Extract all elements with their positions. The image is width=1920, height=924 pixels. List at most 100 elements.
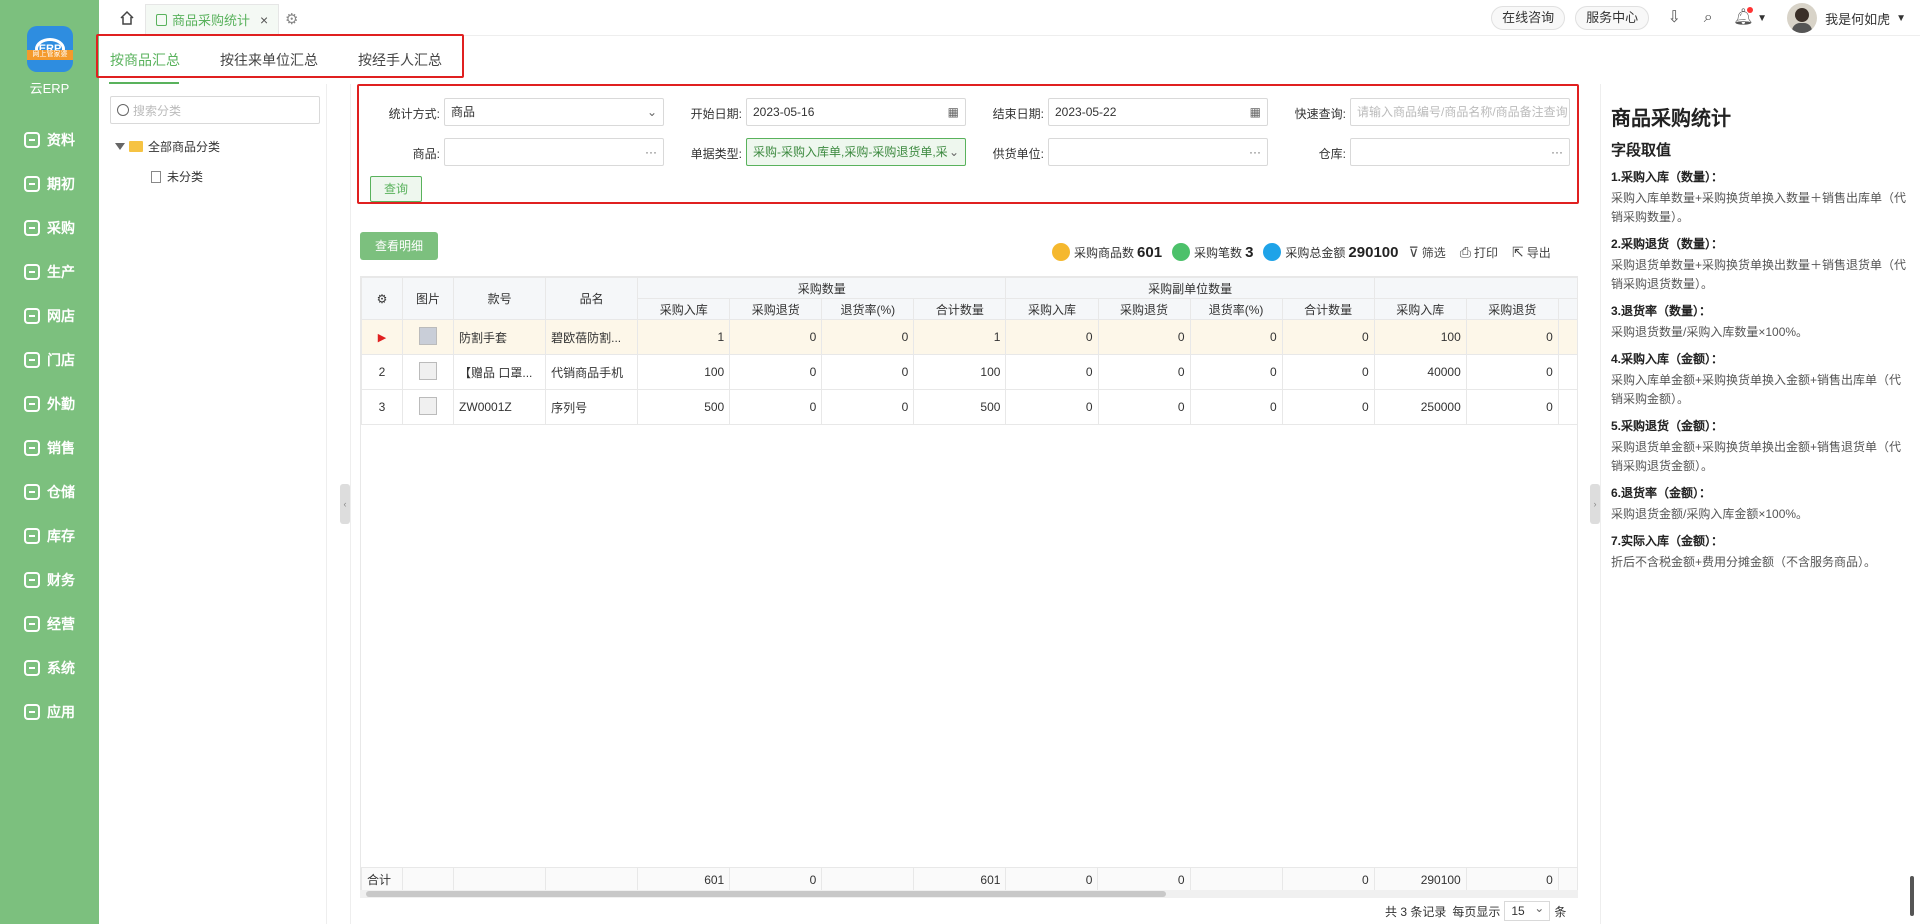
col-header-sub[interactable]: 合计数量 (1281, 298, 1375, 320)
sidebar-item-label: 期初 (47, 176, 75, 192)
sidebar-item-sales[interactable]: 销售 (0, 426, 99, 470)
stat-value: 290100 (1348, 243, 1399, 261)
cell-value: 0 (1097, 354, 1191, 390)
col-header-image[interactable]: 图片 (401, 277, 455, 320)
footer-value: 0 (1005, 867, 1099, 891)
col-header-name[interactable]: 品名 (545, 277, 639, 320)
cell-value: 100 (1373, 319, 1467, 355)
export-button[interactable]: ⇱ 导出 (1512, 244, 1551, 261)
column-settings[interactable]: ⚙ (361, 277, 403, 320)
download-icon[interactable]: ⇩ (1665, 9, 1683, 27)
collapse-tree-handle[interactable]: ‹ (340, 484, 350, 524)
doc-item-desc: 采购退货单金额+采购换货单换出金额+销售退货单（代销采购退货金额）。 (1611, 440, 1902, 473)
cell-value: 100 (913, 354, 1007, 390)
sidebar-item-store[interactable]: 门店 (0, 338, 99, 382)
user-name[interactable]: 我是何如虎 (1825, 9, 1890, 28)
sidebar-item-fieldwork[interactable]: 外勤 (0, 382, 99, 426)
scrollbar-thumb[interactable] (366, 891, 1166, 897)
col-header-sub[interactable]: 采购退货 (729, 298, 823, 320)
print-button[interactable]: ⎙ 打印 (1460, 244, 1498, 261)
sidebar-item-label: 销售 (47, 440, 75, 456)
sidebar-item-warehouse[interactable]: 仓储 (0, 470, 99, 514)
col-header-sub[interactable]: 退货率(%) (1189, 298, 1283, 320)
fieldwork-icon (24, 396, 40, 412)
sidebar-item-system[interactable]: 系统 (0, 646, 99, 690)
app-logo[interactable]: ERP 网上管家婆 (27, 26, 73, 72)
cell-value: 0 (1465, 319, 1559, 355)
cell-value: 0 (821, 354, 915, 390)
table-row[interactable]: 3 ZW0001Z 序列号 500 0 0 500 0 0 0 0 250000 0 (361, 389, 1577, 425)
col-header-sub[interactable]: 采购退货 (1465, 298, 1559, 320)
sidebar-item-production[interactable]: 生产 (0, 250, 99, 294)
stat-value: 601 (1137, 243, 1163, 261)
footer-empty (453, 867, 547, 891)
col-header-sub[interactable]: 合计数量 (913, 298, 1007, 320)
stat-label: 采购商品数 (1074, 245, 1135, 260)
doc-item-title: 3.退货率（数量）： (1611, 304, 1712, 318)
data-icon (24, 132, 40, 148)
image-thumbnail-icon[interactable] (418, 396, 437, 415)
vertical-scrollbar[interactable] (1910, 876, 1914, 916)
sidebar-item-data[interactable]: 资料 (0, 118, 99, 162)
sidebar: ERP 网上管家婆 云ERP 资料 期初 采购 生产 网店 门店 外勤 销售 仓储 库存 财务 经营系… (0, 0, 99, 924)
col-header-sub[interactable]: 采购退货 (1097, 298, 1191, 320)
table-footer: 合计 601 0 601 0 0 0 290100 0 (361, 867, 1577, 891)
home-icon[interactable] (119, 10, 135, 26)
bell-icon[interactable]: 🔔︎ (1733, 7, 1753, 27)
view-detail-button[interactable]: 查看明细 (360, 232, 438, 260)
expand-icon[interactable] (115, 143, 125, 150)
close-tab-icon[interactable]: × (260, 12, 268, 28)
sidebar-item-finance[interactable]: 财务 (0, 558, 99, 602)
horizontal-scrollbar[interactable] (360, 890, 1578, 898)
sidebar-item-opening[interactable]: 期初 (0, 162, 99, 206)
total-records: 共 3 条记录 (1385, 904, 1447, 919)
cell-value (1557, 389, 1577, 425)
tree-node-root[interactable]: 全部商品分类 (115, 138, 220, 155)
sidebar-item-inventory[interactable]: 库存 (0, 514, 99, 558)
avatar[interactable] (1787, 3, 1818, 33)
cell-value: 0 (1281, 354, 1375, 390)
cell-value: 0 (1465, 354, 1559, 390)
col-header-code[interactable]: 款号 (453, 277, 547, 320)
category-search-input[interactable]: 搜索分类 (110, 96, 320, 124)
tab-purchase-stats[interactable]: 商品采购统计 × (145, 4, 280, 34)
table-row[interactable]: 2 【赠品 口罩... 代销商品手机 100 0 0 100 0 0 0 0 40000 0 (361, 354, 1577, 390)
table-row[interactable]: ▶ 防割手套 碧欧蓓防割... 1 0 0 1 0 0 0 0 100 0 (361, 319, 1577, 355)
filter-button[interactable]: ⊽ 筛选 (1408, 244, 1445, 261)
sidebar-item-label: 网店 (47, 308, 75, 324)
col-header-sub[interactable]: 退货率 (1557, 298, 1577, 320)
sidebar-item-label: 采购 (47, 220, 75, 236)
cell-value: 0 (729, 389, 823, 425)
footer-label: 合计 (361, 867, 403, 891)
collapse-doc-handle[interactable]: › (1590, 484, 1600, 524)
col-header-sub[interactable]: 采购入库 (1373, 298, 1467, 320)
doc-item-desc: 采购入库单数量+采购换货单换入数量＋销售出库单（代销采购数量）。 (1611, 191, 1907, 224)
sidebar-item-operation[interactable]: 经营 (0, 602, 99, 646)
gear-icon[interactable]: ⚙ (377, 292, 388, 306)
tree-node-uncategorized[interactable]: 未分类 (151, 168, 203, 185)
cell-code: 防割手套 (453, 319, 547, 355)
finance-icon (24, 572, 40, 588)
image-thumbnail-icon[interactable] (418, 361, 437, 380)
caret-down-icon[interactable]: ▼ (1896, 13, 1906, 24)
settings-icon[interactable]: ⚙ (285, 10, 298, 28)
service-center-button[interactable]: 服务中心 (1575, 6, 1650, 30)
col-header-sub[interactable]: 采购入库 (1005, 298, 1099, 320)
image-thumbnail-icon[interactable] (418, 326, 437, 345)
chevron-down-icon[interactable]: ▼ (1757, 13, 1767, 24)
product-image (401, 389, 455, 425)
sidebar-item-apps[interactable]: 应用 (0, 690, 99, 734)
per-page-select[interactable]: 15 (1504, 899, 1551, 921)
doc-item-title: 6.退货率（金额）： (1611, 486, 1712, 500)
sidebar-item-label: 外勤 (47, 396, 75, 412)
sidebar-item-purchase[interactable]: 采购 (0, 206, 99, 250)
system-icon (24, 660, 40, 676)
col-header-sub[interactable]: 采购入库 (637, 298, 731, 320)
webshop-icon (24, 308, 40, 324)
search-icon[interactable]: ⌕ (1699, 9, 1717, 27)
sidebar-item-webshop[interactable]: 网店 (0, 294, 99, 338)
col-header-sub[interactable]: 退货率(%) (821, 298, 915, 320)
cell-value: 0 (1005, 319, 1099, 355)
cell-name: 序列号 (545, 389, 639, 425)
online-consult-button[interactable]: 在线咨询 (1491, 6, 1566, 30)
